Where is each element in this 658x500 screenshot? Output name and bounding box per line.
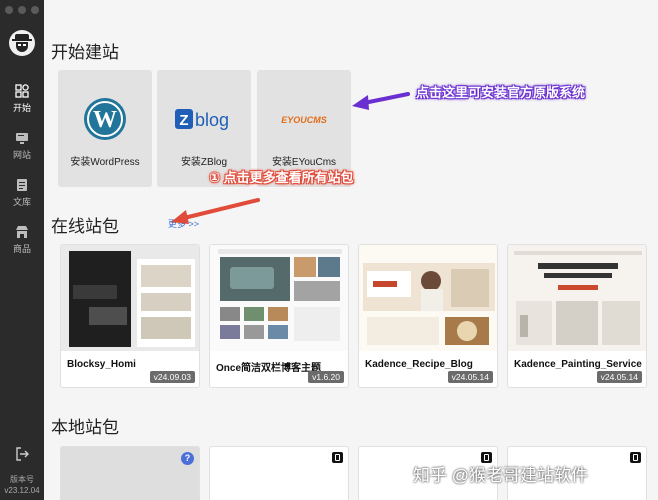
logout-icon[interactable] xyxy=(15,447,29,461)
package-version-badge: v24.05.14 xyxy=(596,371,642,383)
package-name: Kadence_Painting_Service xyxy=(514,359,642,370)
install-card-label: 安装WordPress xyxy=(70,157,140,168)
online-section-title: 在线站包 xyxy=(51,217,119,236)
sidebar-item-start[interactable]: 开始 xyxy=(0,84,44,114)
install-wordpress-card[interactable]: W 安装WordPress xyxy=(58,70,152,187)
sidebar-item-label: 文库 xyxy=(12,197,31,207)
store-icon xyxy=(15,225,29,239)
window-controls xyxy=(5,6,39,14)
install-card-label: 安装EYouCms xyxy=(271,157,337,168)
package-thumbnail xyxy=(359,245,497,351)
local-section-title: 本地站包 xyxy=(51,418,119,437)
package-card[interactable]: Once简洁双栏博客主题 v1.6.20 xyxy=(209,244,349,388)
local-package-card[interactable]: ? xyxy=(60,446,200,500)
package-icon xyxy=(332,452,343,463)
svg-text:Z: Z xyxy=(179,112,188,129)
sidebar-item-library[interactable]: 文库 xyxy=(0,178,44,208)
maximize-window-button[interactable] xyxy=(31,6,39,14)
package-thumbnail xyxy=(210,245,348,351)
package-version-badge: v1.6.20 xyxy=(308,371,344,383)
watermark: 知乎 @猴老哥建站软件 xyxy=(413,466,588,485)
package-version-badge: v24.09.03 xyxy=(149,371,195,383)
main-content: 开始建站 W 安装WordPress Zblog 安装ZBlog EYOUCMS… xyxy=(44,0,658,500)
sidebar-item-website[interactable]: 网站 xyxy=(0,131,44,161)
svg-text:EYOUCMS: EYOUCMS xyxy=(281,115,327,125)
package-version-badge: v24.05.14 xyxy=(447,371,493,383)
sidebar-item-label: 开始 xyxy=(12,103,31,113)
package-card[interactable]: Kadence_Painting_Service v24.05.14 xyxy=(507,244,647,388)
wordpress-logo-icon: W xyxy=(58,96,152,141)
close-window-button[interactable] xyxy=(5,6,13,14)
svg-text:W: W xyxy=(93,107,117,133)
package-icon xyxy=(630,452,641,463)
monitor-icon xyxy=(15,131,29,145)
eyoucms-logo-icon: EYOUCMS xyxy=(257,96,351,141)
package-card[interactable]: Kadence_Recipe_Blog v24.05.14 xyxy=(358,244,498,388)
svg-text:blog: blog xyxy=(195,110,229,130)
sidebar-item-label: 商品 xyxy=(12,244,31,254)
package-name: Blocksy_Homi xyxy=(67,359,136,370)
app-logo xyxy=(9,30,35,56)
install-card-label: 安装ZBlog xyxy=(180,157,228,168)
document-icon xyxy=(15,178,29,192)
version-info: 版本号 v23.12.04 xyxy=(0,474,44,496)
sidebar-item-label: 网站 xyxy=(12,150,31,160)
zblog-logo-icon: Zblog xyxy=(157,96,251,141)
package-card[interactable]: Blocksy_Homi v24.09.03 xyxy=(60,244,200,388)
package-thumbnail xyxy=(508,245,646,351)
annotation-more: ① 点击更多查看所有站包 xyxy=(209,170,354,185)
local-package-card[interactable] xyxy=(209,446,349,500)
grid-icon xyxy=(15,84,29,98)
help-icon[interactable]: ? xyxy=(181,452,194,465)
start-section-title: 开始建站 xyxy=(51,43,119,62)
package-thumbnail xyxy=(61,245,199,351)
minimize-window-button[interactable] xyxy=(18,6,26,14)
sidebar-item-products[interactable]: 商品 xyxy=(0,225,44,255)
annotation-official: 点击这里可安装官方原版系统 xyxy=(416,85,586,100)
package-name: Kadence_Recipe_Blog xyxy=(365,359,473,370)
version-label: 版本号 xyxy=(10,475,34,484)
package-name: Once简洁双栏博客主题 xyxy=(216,363,322,374)
sidebar: 开始 网站 文库 商品 版本号 v23.12.04 xyxy=(0,0,44,500)
version-number: v23.12.04 xyxy=(4,486,40,495)
more-link[interactable]: 更多 >> xyxy=(168,217,199,230)
